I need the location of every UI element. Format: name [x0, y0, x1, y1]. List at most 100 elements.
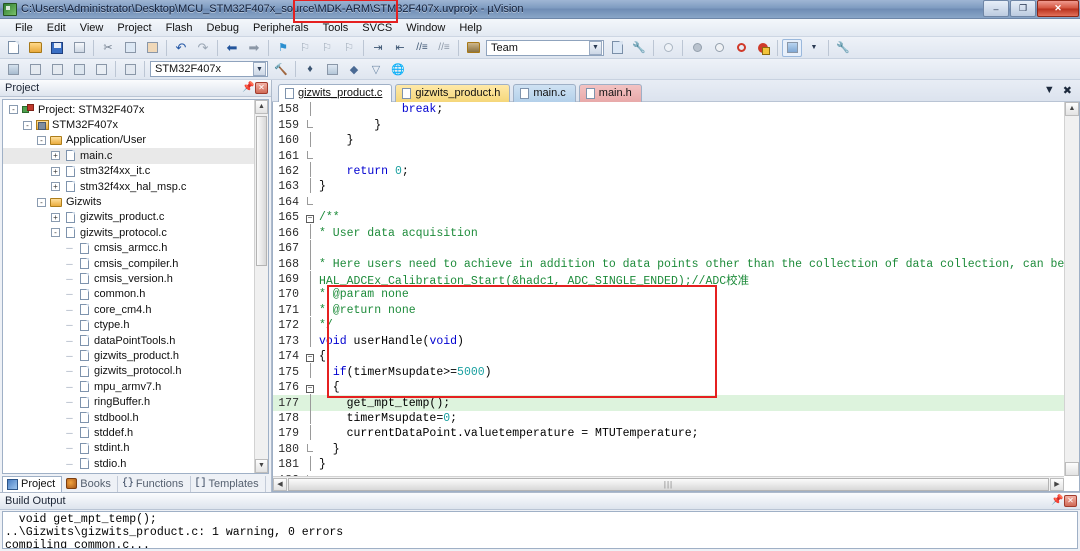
tree-item[interactable]: ─ stdio.h: [3, 456, 254, 471]
panel-tab-functions[interactable]: {} Functions: [118, 476, 191, 492]
fold-marker-icon[interactable]: [303, 150, 317, 162]
tree-item[interactable]: - Gizwits: [3, 194, 254, 209]
bookmark-clear-icon[interactable]: ⚐: [339, 39, 359, 57]
tree-item[interactable]: + stm32f4xx_hal_msp.c: [3, 179, 254, 194]
comment-icon[interactable]: //≡: [412, 39, 432, 57]
rebuild-icon[interactable]: [25, 60, 45, 78]
menu-item-help[interactable]: Help: [452, 21, 489, 35]
menu-item-edit[interactable]: Edit: [40, 21, 73, 35]
tree-expander-icon[interactable]: -: [23, 120, 32, 130]
tree-expander-icon[interactable]: -: [9, 105, 18, 115]
save-all-icon[interactable]: [69, 39, 89, 57]
editor-tab-main-h[interactable]: main.h: [578, 83, 642, 102]
code-line[interactable]: 181}: [273, 455, 1064, 474]
scroll-down-button[interactable]: ▼: [255, 459, 268, 473]
tree-expander-icon[interactable]: +: [51, 166, 60, 176]
debug-settings-icon[interactable]: 🔧: [629, 39, 649, 57]
tree-item[interactable]: ─ stdint.h: [3, 441, 254, 456]
disable-breakpoints-icon[interactable]: [753, 39, 773, 57]
find-in-files-icon[interactable]: [658, 39, 678, 57]
team-combo[interactable]: Team ▼: [486, 39, 604, 56]
breakpoint-icon[interactable]: [687, 39, 707, 57]
tree-item[interactable]: ─ cmsis_compiler.h: [3, 256, 254, 271]
scroll-down-button[interactable]: [1065, 462, 1079, 476]
fold-marker-icon[interactable]: [303, 102, 317, 119]
tree-item[interactable]: ─ gizwits_product.h: [3, 348, 254, 363]
tree-item[interactable]: - Application/User: [3, 133, 254, 148]
scroll-thumb[interactable]: |||: [288, 477, 1049, 491]
code-line[interactable]: 175 if(timerMsupdate>=5000): [273, 363, 1064, 381]
close-icon[interactable]: ✕: [255, 82, 268, 94]
batch-build-icon[interactable]: [47, 60, 67, 78]
fold-marker-icon[interactable]: [303, 119, 317, 131]
tree-item[interactable]: + gizwits_product.c: [3, 210, 254, 225]
menu-item-window[interactable]: Window: [399, 21, 452, 35]
scroll-up-button[interactable]: ▲: [255, 100, 268, 114]
code-line[interactable]: 172 */: [273, 316, 1064, 333]
layout-dropdown-icon[interactable]: ▼: [804, 39, 824, 57]
paste-icon[interactable]: [142, 39, 162, 57]
code-line[interactable]: 174−{: [273, 349, 1064, 364]
fold-marker-icon[interactable]: [303, 332, 317, 350]
tree-item[interactable]: ─ ctype.h: [3, 317, 254, 332]
fold-marker-icon[interactable]: −: [303, 383, 317, 393]
code-line[interactable]: 177 get_mpt_temp();: [273, 394, 1064, 411]
pack-filter2-icon[interactable]: ▽: [366, 60, 386, 78]
tree-item[interactable]: ─ common.h: [3, 287, 254, 302]
code-line[interactable]: 180 }: [273, 442, 1064, 457]
menu-item-tools[interactable]: Tools: [316, 21, 356, 35]
tree-item[interactable]: + main.c: [3, 148, 254, 164]
build-output-text[interactable]: void get_mpt_temp(); ..\Gizwits\gizwits_…: [2, 511, 1078, 549]
menu-item-debug[interactable]: Debug: [200, 21, 246, 35]
tree-expander-icon[interactable]: -: [51, 228, 60, 238]
tree-item[interactable]: + stm32f4xx_it.c: [3, 164, 254, 179]
code-line[interactable]: 173 void userHandle(void): [273, 332, 1064, 350]
redo-icon[interactable]: ↷: [193, 39, 213, 57]
code-line[interactable]: 170 * @param none: [273, 285, 1064, 302]
code-vertical-scrollbar[interactable]: ▲: [1064, 102, 1079, 476]
panel-tab-templates[interactable]: [] Templates: [191, 476, 266, 492]
navigate-back-icon[interactable]: ⬅: [222, 39, 242, 57]
manage-components-icon[interactable]: ♦: [300, 60, 320, 78]
project-tree[interactable]: - Project: STM32F407x - STM32F407x - Applicat…: [2, 99, 269, 474]
code-line[interactable]: 164: [273, 195, 1064, 210]
fold-marker-icon[interactable]: [303, 196, 317, 208]
code-line[interactable]: 158 break;: [273, 102, 1064, 117]
pin-icon[interactable]: 📌: [242, 82, 254, 94]
chevron-down-icon[interactable]: ▼: [1044, 84, 1055, 97]
tree-item[interactable]: - STM32F407x: [3, 117, 254, 132]
panel-tab-project[interactable]: Project: [2, 476, 63, 492]
code-line[interactable]: 169 HAL_ADCEx_Calibration_Start(&hadc1, A…: [273, 270, 1064, 288]
tree-item[interactable]: ─ cmsis_version.h: [3, 271, 254, 286]
target-options-icon[interactable]: 🔨: [271, 60, 291, 78]
fold-marker-icon[interactable]: [303, 455, 317, 474]
chevron-down-icon[interactable]: ▼: [253, 62, 266, 76]
pin-icon[interactable]: 📌: [1051, 495, 1063, 507]
pack-installer-icon[interactable]: [322, 60, 342, 78]
tree-item[interactable]: ─ cmsis_armcc.h: [3, 241, 254, 256]
kill-breakpoints-icon[interactable]: [731, 39, 751, 57]
manage-project-items-icon[interactable]: [463, 39, 483, 57]
menu-item-project[interactable]: Project: [110, 21, 158, 35]
menu-item-file[interactable]: File: [8, 21, 40, 35]
code-line[interactable]: 163}: [273, 177, 1064, 194]
code-line[interactable]: 161: [273, 148, 1064, 163]
scroll-left-button[interactable]: ◀: [273, 477, 287, 491]
bookmark-next-icon[interactable]: ⚐: [317, 39, 337, 57]
editor-tab-gizwits_product-c[interactable]: gizwits_product.c: [278, 83, 393, 102]
tree-item[interactable]: ─ ringBuffer.h: [3, 394, 254, 409]
code-line[interactable]: 167: [273, 239, 1064, 256]
tree-expander-icon[interactable]: -: [37, 197, 46, 207]
editor-tab-gizwits_product-h[interactable]: gizwits_product.h: [395, 83, 511, 102]
tree-item[interactable]: - Project: STM32F407x: [3, 102, 254, 117]
chevron-down-icon[interactable]: ▼: [589, 40, 602, 55]
project-tree-scrollbar[interactable]: ▲ ▼: [254, 100, 268, 473]
tree-expander-icon[interactable]: +: [51, 151, 60, 161]
code-line[interactable]: 178 timerMsupdate=0;: [273, 409, 1064, 426]
code-line[interactable]: 160 }: [273, 131, 1064, 148]
menu-item-view[interactable]: View: [73, 21, 111, 35]
code-line[interactable]: 165−/**: [273, 210, 1064, 225]
code-line[interactable]: 171 * @return none: [273, 301, 1064, 318]
menu-item-flash[interactable]: Flash: [159, 21, 200, 35]
fold-marker-icon[interactable]: [303, 363, 317, 381]
